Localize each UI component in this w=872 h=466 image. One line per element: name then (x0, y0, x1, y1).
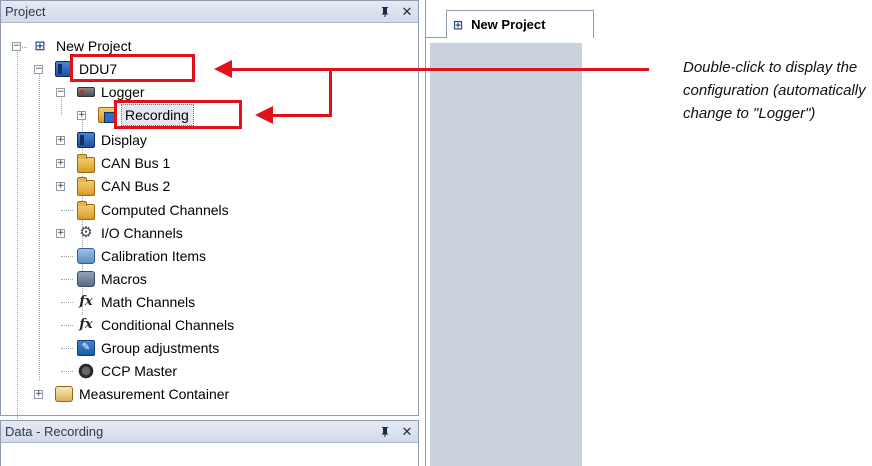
tree-item-label: CCP Master (101, 363, 177, 379)
container-icon (55, 386, 73, 402)
tree-item-math-channels[interactable]: fx Math Channels (1, 291, 401, 314)
arrow-head-icon (255, 106, 273, 124)
tree-guide-line (61, 210, 73, 211)
tree-item-label: Macros (101, 271, 147, 287)
tree-item-can-bus-1[interactable]: + CAN Bus 1 (1, 152, 401, 175)
close-icon[interactable]: ✕ (396, 2, 418, 22)
annotation-text: Double-click to display the configuratio… (683, 59, 866, 122)
display-icon (77, 132, 95, 148)
tree-guide-line (61, 279, 73, 280)
expand-icon[interactable]: + (56, 229, 65, 238)
function-icon: fx (79, 317, 93, 332)
logger-icon (77, 87, 95, 97)
document-tabstrip: ⊞ New Project (426, 0, 594, 38)
tree-item-label: Display (101, 132, 147, 148)
tree-guide-line (61, 325, 73, 326)
tree-item-calibration-items[interactable]: Calibration Items (1, 245, 401, 268)
calibration-icon (77, 248, 95, 264)
highlight-box-recording (114, 100, 242, 129)
tree-item-label: New Project (56, 38, 132, 54)
tree-item-label: Group adjustments (101, 340, 220, 356)
folder-icon (77, 201, 95, 220)
expand-icon[interactable]: + (34, 390, 43, 399)
tree-item-label: I/O Channels (101, 225, 183, 241)
expand-icon[interactable]: + (77, 111, 86, 120)
tree-item-new-project[interactable]: − ⊞ New Project (1, 35, 401, 58)
tree-guide-line (61, 348, 73, 349)
tree-item-macros[interactable]: Macros (1, 268, 401, 291)
expand-icon[interactable]: + (56, 159, 65, 168)
document-body[interactable] (430, 43, 582, 466)
arrow-line (230, 68, 649, 71)
tree-guide-line (61, 256, 73, 257)
project-icon: ⊞ (34, 38, 46, 53)
expand-icon[interactable]: + (56, 136, 65, 145)
arrow-head-icon (214, 60, 232, 78)
collapse-icon[interactable]: − (34, 65, 43, 74)
tree-item-ccp-master[interactable]: CCP Master (1, 360, 401, 383)
project-panel-title: Project (5, 4, 46, 19)
highlight-box-ddu7 (70, 54, 195, 82)
pin-icon[interactable] (374, 2, 396, 22)
macros-icon (77, 271, 95, 287)
tab-new-project[interactable]: ⊞ New Project (446, 10, 594, 38)
tree-item-label: Logger (101, 84, 145, 100)
tree-item-conditional-channels[interactable]: fx Conditional Channels (1, 314, 401, 337)
folder-icon (77, 154, 95, 173)
arrow-line (329, 68, 332, 117)
tree-item-display[interactable]: + Display (1, 129, 401, 152)
tab-label: New Project (471, 17, 546, 32)
tree-item-measurement-container[interactable]: + Measurement Container (1, 383, 401, 406)
close-icon[interactable]: ✕ (396, 422, 418, 442)
collapse-icon[interactable]: − (56, 88, 65, 97)
tree-guide-line (61, 371, 73, 372)
pin-icon[interactable] (374, 422, 396, 442)
tree-item-label: Computed Channels (101, 202, 229, 218)
expand-icon[interactable]: + (56, 182, 65, 191)
tree-item-label: CAN Bus 1 (101, 155, 171, 171)
wrench-icon: ✎ (77, 340, 95, 356)
project-icon: ⊞ (453, 17, 464, 32)
data-panel-title: Data - Recording (5, 424, 104, 439)
tree-item-label: Calibration Items (101, 248, 207, 264)
tree-guide-line (61, 302, 73, 303)
tree-item-io-channels[interactable]: + ⚙ I/O Channels (1, 222, 401, 245)
arrow-line (271, 114, 331, 117)
data-panel-header: Data - Recording ✕ (1, 421, 418, 443)
io-channels-icon: ⚙ (79, 224, 93, 241)
data-panel: Data - Recording ✕ (0, 420, 419, 466)
tree-item-computed-channels[interactable]: Computed Channels (1, 199, 401, 222)
collapse-icon[interactable]: − (12, 42, 21, 51)
tree-item-label: Measurement Container (79, 386, 230, 402)
project-panel: Project ✕ − ⊞ New Project − DDU7 − Logge… (0, 0, 419, 429)
ccp-master-icon (77, 363, 95, 379)
tree-item-label: Conditional Channels (101, 317, 235, 333)
project-panel-header: Project ✕ (1, 1, 418, 23)
function-icon: fx (79, 294, 93, 309)
project-tree: − ⊞ New Project − DDU7 − Logger + Record… (1, 27, 418, 429)
tree-item-label: Math Channels (101, 294, 196, 310)
folder-icon (77, 177, 95, 196)
tree-item-can-bus-2[interactable]: + CAN Bus 2 (1, 175, 401, 198)
tree-item-group-adjustments[interactable]: ✎ Group adjustments (1, 337, 401, 360)
tree-item-label: CAN Bus 2 (101, 178, 171, 194)
